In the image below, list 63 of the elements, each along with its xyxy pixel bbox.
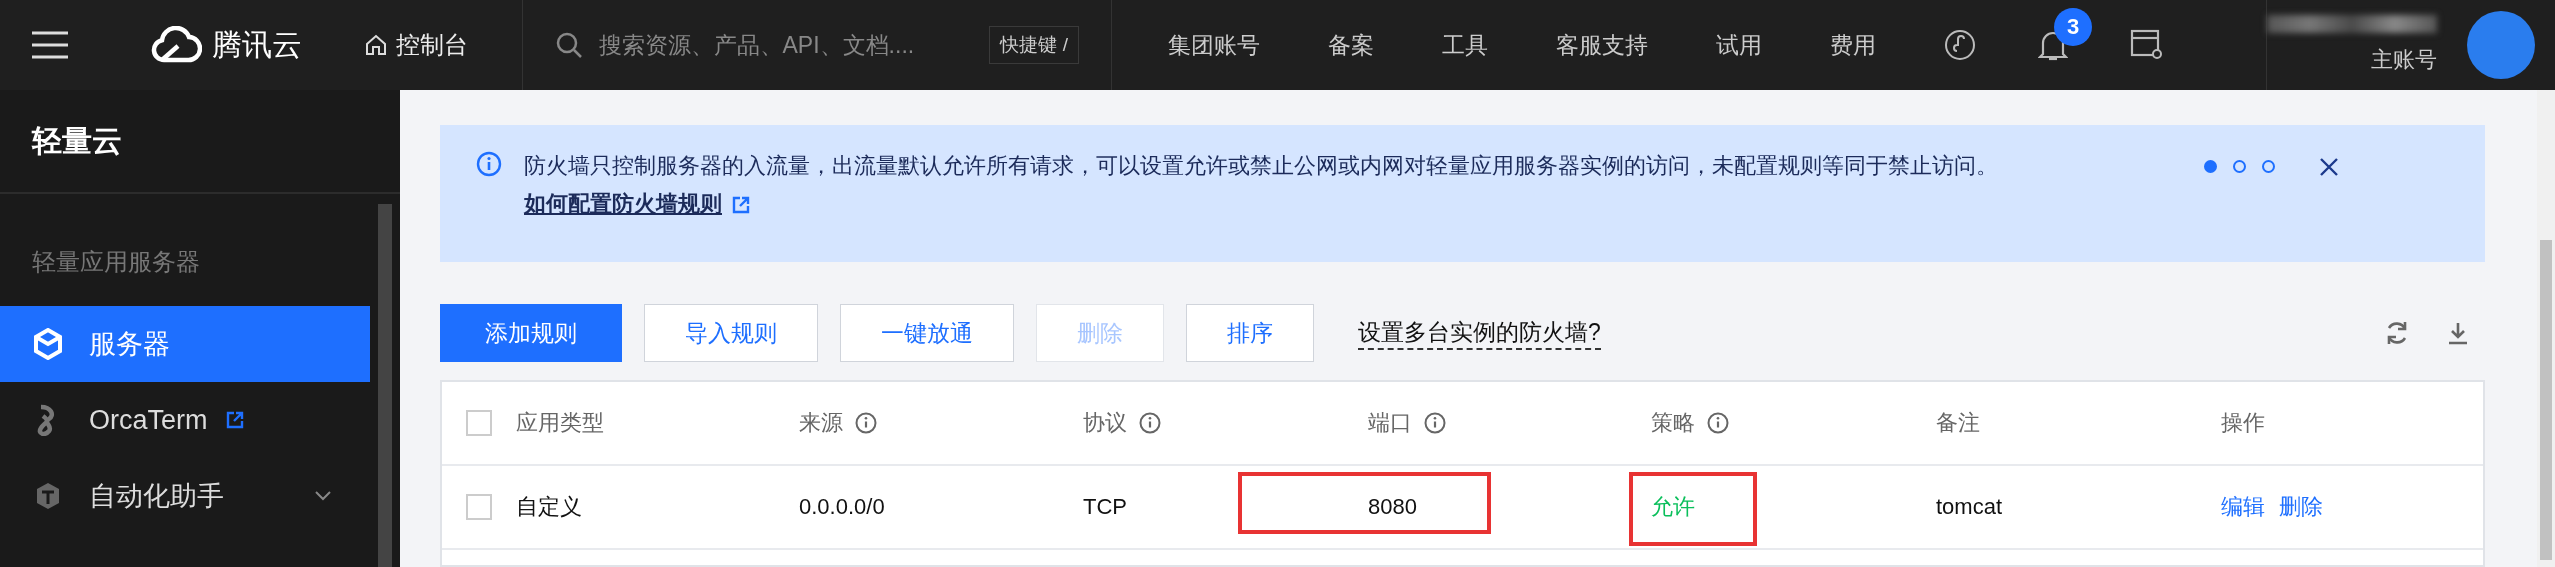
menu-icon[interactable] — [30, 30, 70, 60]
column-header: 端口 — [1368, 409, 1412, 437]
column-header: 备注 — [1936, 409, 1980, 437]
sidebar-item[interactable]: 自动化助手 — [0, 458, 370, 534]
table-cell-text: 允许 — [1651, 493, 1695, 521]
nav-link[interactable]: 备案 — [1328, 29, 1374, 61]
info-icon — [1707, 412, 1729, 434]
sidebar-item[interactable]: OrcaTerm — [0, 382, 370, 458]
page-dot[interactable] — [2204, 160, 2217, 173]
info-icon — [476, 151, 502, 177]
external-link-icon — [225, 411, 244, 429]
sidebar-title: 轻量云 — [32, 122, 122, 159]
cloud-icon — [150, 26, 202, 64]
info-icon — [1424, 412, 1446, 434]
nav-link[interactable]: 工具 — [1442, 29, 1488, 61]
toolbar-button[interactable]: 一键放通 — [840, 304, 1014, 362]
help-link[interactable]: 如何配置防火墙规则 — [524, 191, 750, 216]
table-cell: 0.0.0.0/0 — [799, 494, 885, 520]
action-link[interactable]: 编辑 — [2221, 492, 2265, 522]
link-circle-icon[interactable] — [1944, 29, 1976, 61]
column-header: 应用类型 — [516, 409, 604, 437]
external-link-icon — [732, 196, 750, 215]
nav-link[interactable]: 费用 — [1830, 29, 1876, 61]
info-icon — [855, 412, 877, 434]
console-link[interactable]: 控制台 — [364, 29, 468, 61]
table-cell-text: 自定义 — [516, 493, 582, 521]
sidebar-section-label: 轻量应用服务器 — [31, 247, 201, 277]
search-field[interactable]: 搜索资源、产品、API、文档.... 快捷键 / — [522, 0, 1112, 90]
scrollbar[interactable] — [2540, 240, 2552, 560]
banner-text: 防火墙只控制服务器的入流量，出流量默认允许所有请求，可以设置允许或禁止公网或内网对轻量应用服务器实例的访问，未配置规则等同于禁止访问。 如何配置防火墙规则 — [524, 152, 1999, 218]
table-cell: tomcat — [1936, 494, 2003, 520]
column-header: 来源 — [799, 409, 843, 437]
sidebar-item[interactable]: 服务器 — [0, 306, 370, 382]
nav-link[interactable]: 集团账号 — [1168, 29, 1260, 61]
toolbar-button[interactable]: 排序 — [1186, 304, 1314, 362]
nav-link[interactable]: 客服支持 — [1556, 29, 1648, 61]
shortcut-key[interactable]: 快捷键 / — [989, 26, 1079, 64]
refresh-icon[interactable] — [2385, 320, 2409, 346]
search-icon — [554, 31, 583, 59]
page-dot[interactable] — [2262, 160, 2275, 173]
column-header: 策略 — [1651, 409, 1695, 437]
account-role[interactable]: 主账号 — [2371, 45, 2437, 75]
toolbar-button[interactable]: 添加规则 — [440, 304, 622, 362]
column-header: 操作 — [2221, 409, 2265, 437]
table-cell: 8080 — [1368, 494, 1417, 520]
close-icon[interactable] — [2319, 157, 2339, 177]
scrollbar[interactable] — [378, 204, 392, 567]
download-icon[interactable] — [2447, 321, 2469, 345]
checkbox[interactable] — [466, 410, 492, 436]
checkbox[interactable] — [466, 494, 492, 520]
cube-icon — [33, 328, 63, 360]
home-icon — [364, 33, 388, 57]
toolbar-button[interactable]: 导入规则 — [644, 304, 818, 362]
console-icon[interactable] — [2130, 29, 2164, 61]
nav-link[interactable]: 试用 — [1716, 29, 1762, 61]
action-link[interactable]: 删除 — [2279, 492, 2323, 522]
brand-logo[interactable]: 腾讯云 — [150, 24, 302, 66]
notification-badge: 3 — [2054, 8, 2092, 46]
column-header: 协议 — [1083, 409, 1127, 437]
info-icon — [1139, 412, 1161, 434]
help-link[interactable]: 设置多台实例的防火墙? — [1358, 316, 1601, 350]
page-dot[interactable] — [2233, 160, 2246, 173]
table-cell: TCP — [1083, 494, 1127, 520]
